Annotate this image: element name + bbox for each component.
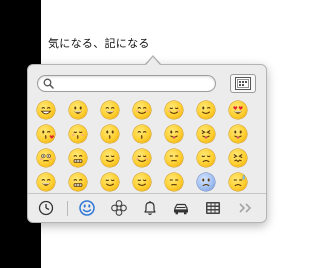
emoji-stuck-out-tongue-winking-eye[interactable] — [165, 125, 183, 143]
smiley-icon — [79, 200, 95, 216]
emoji-smile-2[interactable] — [37, 173, 55, 191]
popover-arrow-fill — [146, 57, 160, 65]
emoji-fearful[interactable] — [197, 173, 215, 191]
emoji-relaxed[interactable] — [165, 101, 183, 119]
flower-icon — [111, 200, 127, 216]
emoji-flushed[interactable] — [37, 149, 55, 167]
character-viewer-icon — [235, 77, 251, 90]
emoji-relieved[interactable] — [101, 149, 119, 167]
emoji-heart-eyes[interactable] — [229, 101, 247, 119]
emoji-smile-3[interactable] — [69, 173, 87, 191]
emoji-picker-popover — [27, 64, 267, 223]
emoji-kissing[interactable] — [101, 125, 119, 143]
emoji-sweat[interactable] — [229, 173, 247, 191]
keypad-icon — [206, 202, 220, 214]
search-icon — [43, 78, 54, 89]
emoji-unamused[interactable] — [165, 149, 183, 167]
character-viewer-button[interactable] — [230, 74, 256, 93]
category-symbols[interactable] — [204, 199, 224, 217]
emoji-kissing-closed-eyes[interactable] — [69, 125, 87, 143]
emoji-wink[interactable] — [197, 101, 215, 119]
emoji-disappointed[interactable] — [197, 149, 215, 167]
emoji-blush[interactable] — [133, 101, 151, 119]
emoji-grid — [36, 100, 260, 193]
emoji-confounded[interactable] — [229, 149, 247, 167]
clock-icon — [38, 200, 54, 216]
toolbar-separator — [67, 201, 68, 216]
emoji-smiley[interactable] — [69, 101, 87, 119]
emoji-grimacing[interactable] — [69, 149, 87, 167]
category-people[interactable] — [78, 199, 98, 217]
emoji-relieved-2[interactable] — [133, 149, 151, 167]
emoji-stuck-out-tongue-closed-eyes[interactable] — [197, 125, 215, 143]
search-input[interactable] — [56, 76, 206, 91]
category-toolbar — [28, 194, 266, 222]
emoji-kissing-smiling-eyes[interactable] — [133, 125, 151, 143]
emoji-smile-4[interactable] — [101, 173, 119, 191]
document-text: 気になる、記になる — [48, 37, 150, 50]
emoji-stuck-out-tongue[interactable] — [229, 125, 247, 143]
category-places[interactable] — [172, 199, 192, 217]
search-field[interactable] — [37, 75, 216, 92]
double-chevron-right-icon — [239, 203, 252, 213]
car-icon — [174, 203, 188, 215]
category-nature[interactable] — [110, 199, 130, 217]
emoji-kissing-heart[interactable] — [37, 125, 55, 143]
category-objects[interactable] — [141, 199, 161, 217]
emoji-grin[interactable] — [37, 101, 55, 119]
emoji-smile-5[interactable] — [133, 173, 151, 191]
category-recent[interactable] — [37, 199, 57, 217]
category-more[interactable] — [236, 199, 256, 217]
emoji-smile-6[interactable] — [165, 173, 183, 191]
emoji-smile[interactable] — [101, 101, 119, 119]
bell-icon — [144, 201, 156, 215]
